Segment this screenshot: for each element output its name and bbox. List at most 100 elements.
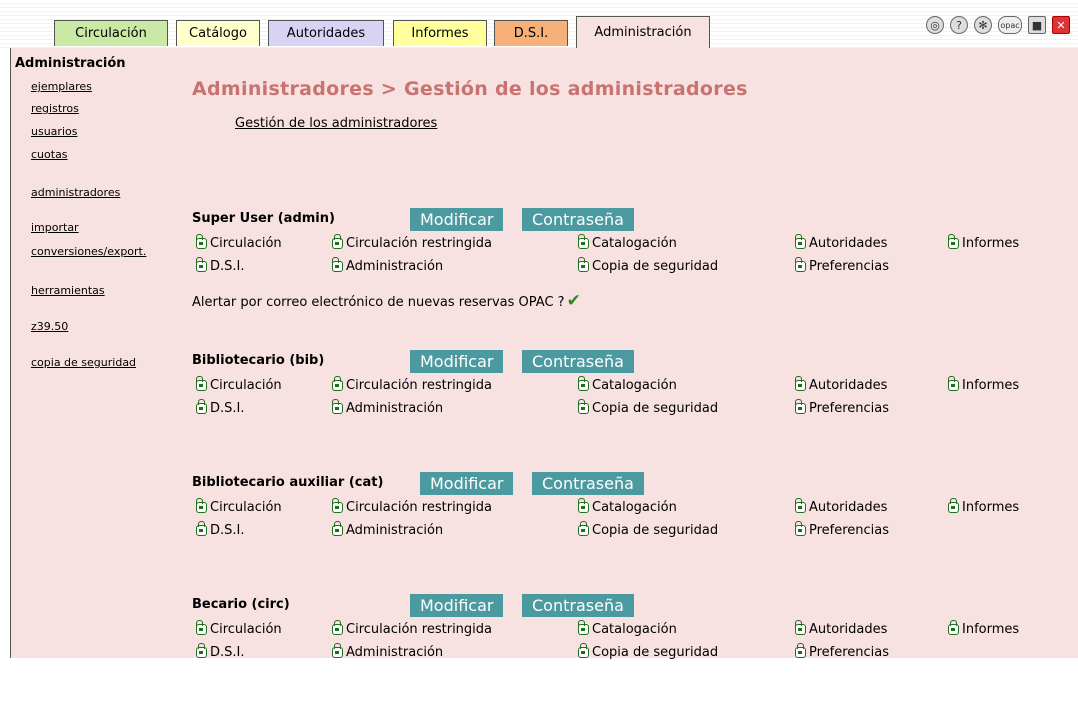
sidebar-item-administradores[interactable]: administradores: [31, 186, 120, 199]
password-button[interactable]: Contraseña: [522, 594, 634, 617]
sidebar-item-registros[interactable]: registros: [31, 102, 79, 115]
lock-icon: [578, 643, 589, 658]
permission-item[interactable]: Catalogación: [578, 234, 677, 251]
unlock-icon: [795, 376, 806, 391]
lock-icon: [332, 234, 343, 249]
permission-label: Administración: [346, 401, 444, 416]
permission-item[interactable]: Catalogación: [578, 620, 677, 637]
modify-button[interactable]: Modificar: [410, 208, 504, 231]
unlock-icon: [196, 234, 207, 249]
permission-item[interactable]: Autoridades: [795, 234, 888, 251]
modify-button[interactable]: Modificar: [420, 472, 514, 495]
unlock-icon: [948, 376, 959, 391]
settings-icon[interactable]: ✻: [974, 16, 992, 34]
permission-item[interactable]: Autoridades: [795, 498, 888, 515]
permission-label: Circulación: [210, 378, 282, 393]
network-icon[interactable]: ◎: [926, 16, 944, 34]
permission-item[interactable]: Circulación: [196, 376, 282, 393]
permission-label: Autoridades: [809, 236, 888, 251]
unlock-icon: [795, 521, 806, 536]
permission-item[interactable]: Preferencias: [795, 257, 889, 274]
unlock-icon: [332, 498, 343, 513]
permission-item[interactable]: Administración: [332, 521, 443, 538]
tab-circulacion[interactable]: Circulación: [54, 20, 168, 46]
lock-icon: [332, 376, 343, 391]
save-icon[interactable]: ■: [1028, 16, 1046, 34]
subtitle-link[interactable]: Gestión de los administradores: [235, 116, 437, 131]
unlock-icon: [795, 257, 806, 272]
permission-item[interactable]: Circulación: [196, 498, 282, 515]
permission-label: Preferencias: [809, 523, 890, 538]
permission-item[interactable]: Circulación: [196, 620, 282, 637]
unlock-icon: [578, 498, 589, 513]
permission-label: Informes: [962, 378, 1020, 393]
unlock-icon: [332, 399, 343, 414]
sidebar-item-usuarios[interactable]: usuarios: [31, 125, 77, 138]
permission-label: Autoridades: [809, 378, 888, 393]
permission-item[interactable]: Copia de seguridad: [578, 257, 719, 274]
password-button[interactable]: Contraseña: [522, 208, 634, 231]
permission-item[interactable]: D.S.I.: [196, 399, 245, 416]
permission-item[interactable]: Informes: [948, 376, 1020, 393]
permission-item[interactable]: Circulación restringida: [332, 498, 492, 515]
permission-label: Catalogación: [592, 236, 677, 251]
user-block: Bibliotecario (bib) Modificar Contraseña Ci…: [192, 350, 1062, 473]
permission-label: Circulación restringida: [346, 622, 493, 637]
sidebar-item-importar[interactable]: importar: [31, 221, 79, 234]
tab-dsi[interactable]: D.S.I.: [494, 20, 568, 46]
permission-item[interactable]: Circulación: [196, 234, 282, 251]
modify-button[interactable]: Modificar: [410, 594, 504, 617]
permission-item[interactable]: Copia de seguridad: [578, 521, 719, 538]
opac-icon[interactable]: opac: [998, 16, 1022, 34]
permission-label: Copia de seguridad: [592, 523, 719, 538]
sidebar-item-copia[interactable]: copia de seguridad: [31, 356, 136, 369]
permission-label: Copia de seguridad: [592, 401, 719, 416]
unlock-icon: [795, 620, 806, 635]
unlock-icon: [196, 498, 207, 513]
permission-item[interactable]: D.S.I.: [196, 521, 245, 538]
permission-label: Circulación restringida: [346, 378, 493, 393]
permission-item[interactable]: Informes: [948, 234, 1019, 251]
tab-administracion[interactable]: Administración: [576, 16, 710, 48]
main-panel: Administración ejemplares registros usua…: [10, 48, 1078, 660]
permission-label: Autoridades: [809, 500, 888, 515]
permission-item[interactable]: Preferencias: [795, 399, 889, 416]
lock-icon: [332, 643, 343, 658]
sidebar-item-conversiones[interactable]: conversiones/export.: [31, 245, 146, 258]
lock-icon: [196, 399, 207, 414]
sidebar-item-z3950[interactable]: z39.50: [31, 320, 68, 333]
permission-item[interactable]: Administración: [332, 399, 444, 416]
permission-item[interactable]: Autoridades: [795, 620, 887, 637]
password-button[interactable]: Contraseña: [532, 472, 644, 495]
permission-item[interactable]: Catalogación: [578, 498, 677, 515]
sidebar-title: Administración: [15, 56, 126, 71]
help-icon[interactable]: ?: [950, 16, 968, 34]
modify-button[interactable]: Modificar: [410, 350, 504, 373]
permission-label: D.S.I.: [210, 523, 245, 538]
permission-item[interactable]: Autoridades: [795, 376, 888, 393]
permission-item[interactable]: Circulación restringida: [332, 234, 492, 251]
permission-item[interactable]: Catalogación: [578, 376, 677, 393]
permission-item[interactable]: Informes: [948, 498, 1019, 515]
permission-label: Informes: [962, 622, 1020, 637]
permission-label: Circulación: [210, 622, 282, 637]
tab-informes[interactable]: Informes: [393, 20, 487, 46]
permission-item[interactable]: Preferencias: [795, 521, 890, 538]
sidebar-item-herramientas[interactable]: herramientas: [31, 284, 105, 297]
top-tab-bar: Circulación Catálogo Autoridades Informe…: [0, 0, 1078, 48]
permission-item[interactable]: Circulación restringida: [332, 376, 493, 393]
permission-item[interactable]: Circulación restringida: [332, 620, 493, 637]
sidebar-item-cuotas[interactable]: cuotas: [31, 148, 68, 161]
close-icon[interactable]: ✕: [1052, 16, 1070, 34]
unlock-icon: [578, 620, 589, 635]
permission-item[interactable]: Informes: [948, 620, 1020, 637]
unlock-icon: [795, 498, 806, 513]
permission-label: Copia de seguridad: [592, 259, 719, 274]
permission-item[interactable]: D.S.I.: [196, 257, 245, 274]
permission-item[interactable]: Copia de seguridad: [578, 399, 719, 416]
tab-autoridades[interactable]: Autoridades: [268, 20, 384, 46]
permission-item[interactable]: Administración: [332, 257, 443, 274]
password-button[interactable]: Contraseña: [522, 350, 634, 373]
tab-catalogo[interactable]: Catálogo: [176, 20, 260, 46]
sidebar-item-ejemplares[interactable]: ejemplares: [31, 80, 92, 93]
